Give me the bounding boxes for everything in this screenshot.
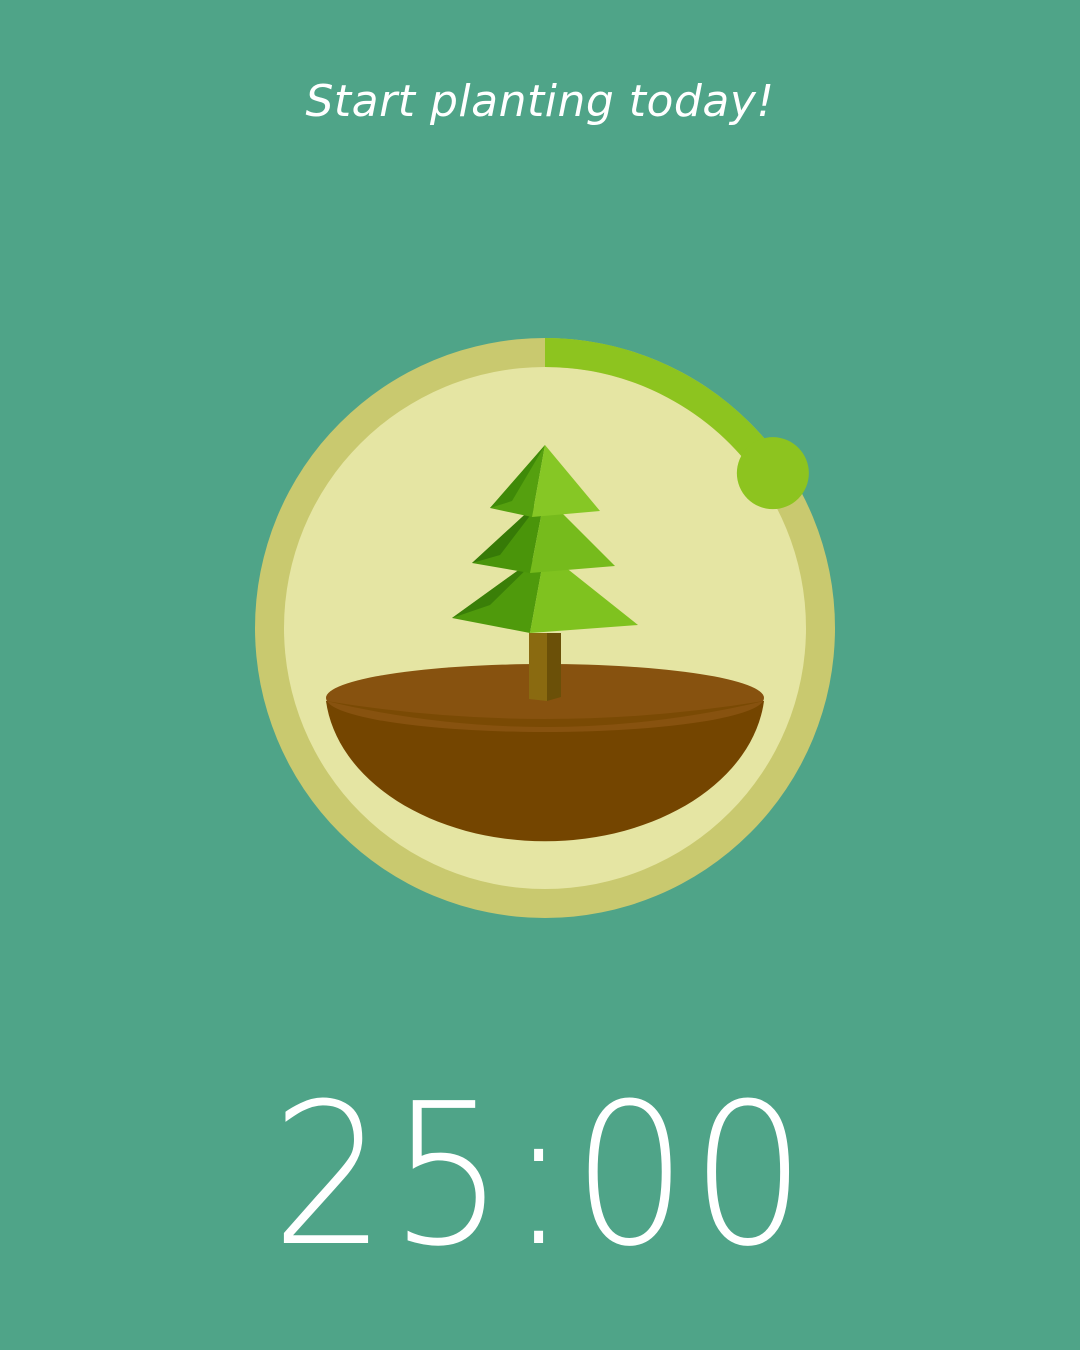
progress-handle[interactable] [736, 437, 809, 510]
dial-graphic [255, 338, 835, 918]
countdown-digits: 25:00 [270, 1062, 810, 1290]
timer-dial[interactable] [250, 333, 840, 923]
subtitle-text: Start planting today! [305, 76, 775, 127]
countdown-time: 25:00 [0, 1066, 1080, 1286]
